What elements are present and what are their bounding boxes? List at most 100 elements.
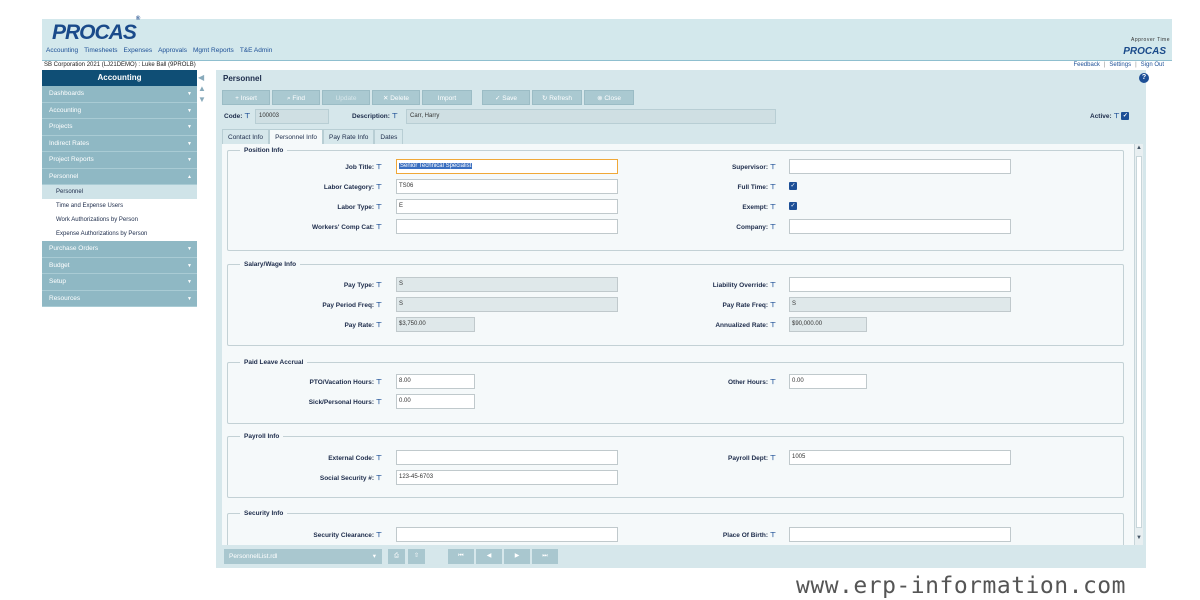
annualized-field: $90,000.00	[789, 317, 867, 332]
next-page-icon[interactable]: ▶	[504, 549, 530, 564]
nav-approvals[interactable]: Approvals	[158, 47, 187, 57]
filter-icon[interactable]: ⊤	[770, 204, 776, 211]
sidebar-item-dashboards[interactable]: Dashboards ▼	[42, 86, 197, 103]
code-field[interactable]: 100003	[255, 109, 329, 124]
workers-comp-input[interactable]	[396, 219, 618, 234]
filter-icon[interactable]: ⊤	[770, 184, 776, 191]
filter-icon[interactable]: ⊤	[376, 399, 382, 406]
tab-pay-rate-info[interactable]: Pay Rate Info	[322, 129, 375, 144]
labor-type-label: Labor Type: ⊤	[337, 204, 382, 211]
prev-page-icon[interactable]: ◀	[476, 549, 502, 564]
sidebar-item-project-reports[interactable]: Project Reports ▼	[42, 152, 197, 169]
filter-icon[interactable]: ⊤	[376, 302, 382, 309]
print-icon[interactable]: ⎙	[388, 549, 405, 564]
filter-icon[interactable]: ⊤	[770, 282, 776, 289]
sidebar-item-personnel[interactable]: Personnel ▲	[42, 168, 197, 185]
import-button[interactable]: Import	[422, 90, 472, 105]
sidebar-item-projects[interactable]: Projects ▼	[42, 119, 197, 136]
sidebar-subitem-expense-auth[interactable]: Expense Authorizations by Person	[42, 227, 197, 241]
scroll-up-icon[interactable]: ▲	[1136, 145, 1142, 151]
other-hours-input[interactable]: 0.00	[789, 374, 867, 389]
payroll-dept-input[interactable]: 1005	[789, 450, 1011, 465]
sidebar-item-indirect-rates[interactable]: Indirect Rates ▼	[42, 135, 197, 152]
filter-icon[interactable]: ⊤	[376, 379, 382, 386]
update-button[interactable]: Update	[322, 90, 370, 105]
close-button[interactable]: ⊗ Close	[584, 90, 634, 105]
filter-icon[interactable]: ⊤	[376, 204, 382, 211]
last-page-icon[interactable]: ⏭	[532, 549, 558, 564]
tab-contact-info[interactable]: Contact Info	[222, 129, 270, 144]
tab-personnel-info[interactable]: Personnel Info	[269, 129, 323, 144]
labor-type-input[interactable]: E	[396, 199, 618, 214]
exempt-checkbox[interactable]: ✓	[789, 202, 797, 210]
nav-mgmt-reports[interactable]: Mgmt Reports	[193, 47, 234, 57]
sign-out-link[interactable]: Sign Out	[1141, 61, 1164, 69]
full-time-checkbox[interactable]: ✓	[789, 182, 797, 190]
export-icon[interactable]: ⇧	[408, 549, 425, 564]
help-icon[interactable]: ?	[1139, 73, 1149, 83]
scroll-thumb[interactable]	[1136, 156, 1142, 528]
tab-dates[interactable]: Dates	[374, 129, 404, 144]
delete-button[interactable]: ✕ Delete	[372, 90, 420, 105]
refresh-button[interactable]: ↻ Refresh	[532, 90, 582, 105]
filter-icon[interactable]: ⊤	[376, 475, 382, 482]
sidebar-collapse-toggle[interactable]: ◀ ▲ ▼	[198, 72, 206, 105]
supervisor-input[interactable]	[789, 159, 1011, 174]
filter-icon[interactable]: ⊤	[376, 322, 382, 329]
birth-place-label: Place Of Birth: ⊤	[722, 532, 776, 539]
filter-icon[interactable]: ⊤	[376, 164, 382, 171]
form-scrollbar[interactable]: ▲ ▼	[1134, 144, 1143, 545]
sidebar-item-purchase-orders[interactable]: Purchase Orders ▼	[42, 241, 197, 258]
liability-input[interactable]	[789, 277, 1011, 292]
filter-icon[interactable]: ⊤	[376, 282, 382, 289]
chevron-up-icon: ▲	[187, 173, 192, 180]
birth-place-input[interactable]	[789, 527, 1011, 542]
sick-input[interactable]: 0.00	[396, 394, 475, 409]
sidebar-item-resources[interactable]: Resources ▼	[42, 290, 197, 307]
insert-button[interactable]: + Insert	[222, 90, 270, 105]
filter-icon[interactable]: ⊤	[770, 532, 776, 539]
filter-icon[interactable]: ⊤	[244, 113, 250, 120]
filter-icon[interactable]: ⊤	[392, 113, 398, 120]
external-code-input[interactable]	[396, 450, 618, 465]
filter-icon[interactable]: ⊤	[770, 164, 776, 171]
filter-icon[interactable]: ⊤	[770, 379, 776, 386]
filter-icon[interactable]: ⊤	[376, 184, 382, 191]
description-field[interactable]: Carr, Harry	[406, 109, 776, 124]
filter-icon[interactable]: ⊤	[770, 302, 776, 309]
job-title-input[interactable]: Senior Technical Specialist	[396, 159, 618, 174]
nav-timesheets[interactable]: Timesheets	[84, 47, 117, 57]
active-checkbox[interactable]: ✓	[1121, 112, 1130, 121]
chevron-down-icon: ▼	[187, 124, 192, 130]
clearance-label: Security Clearance: ⊤	[313, 532, 382, 539]
nav-accounting[interactable]: Accounting	[46, 47, 78, 57]
sidebar-item-accounting[interactable]: Accounting ▼	[42, 102, 197, 119]
clearance-input[interactable]	[396, 527, 618, 542]
filter-icon[interactable]: ⊤	[376, 532, 382, 539]
sidebar-subitem-personnel[interactable]: Personnel	[42, 185, 197, 199]
company-input[interactable]	[789, 219, 1011, 234]
scroll-down-icon[interactable]: ▼	[1136, 535, 1142, 541]
sidebar-subitem-te-users[interactable]: Time and Expense Users	[42, 199, 197, 213]
filter-icon[interactable]: ⊤	[770, 224, 776, 231]
filter-icon[interactable]: ⊤	[376, 455, 382, 462]
ssn-input[interactable]: 123-45-6703	[396, 470, 618, 485]
filter-icon[interactable]: ⊤	[770, 322, 776, 329]
context-text: SB Corporation 2021 (LJ21DEMO) : Luke Ba…	[44, 62, 196, 68]
sidebar-subitem-work-auth[interactable]: Work Authorizations by Person	[42, 213, 197, 227]
nav-expenses[interactable]: Expenses	[124, 47, 153, 57]
filter-icon[interactable]: ⊤	[376, 224, 382, 231]
feedback-link[interactable]: Feedback	[1073, 61, 1099, 69]
labor-category-input[interactable]: TS06	[396, 179, 618, 194]
report-select[interactable]: PersonnelList.rdl ▾	[224, 549, 382, 564]
nav-te-admin[interactable]: T&E Admin	[240, 47, 273, 57]
find-button[interactable]: ⌕ Find	[272, 90, 320, 105]
sidebar-item-budget[interactable]: Budget ▼	[42, 257, 197, 274]
first-page-icon[interactable]: ⏮	[448, 549, 474, 564]
filter-icon[interactable]: ⊤	[770, 455, 776, 462]
pto-input[interactable]: 8.00	[396, 374, 475, 389]
filter-icon[interactable]: ⊤	[1114, 113, 1120, 120]
save-button[interactable]: ✓ Save	[482, 90, 530, 105]
sidebar-item-setup[interactable]: Setup ▼	[42, 274, 197, 291]
settings-link[interactable]: Settings	[1109, 61, 1131, 69]
